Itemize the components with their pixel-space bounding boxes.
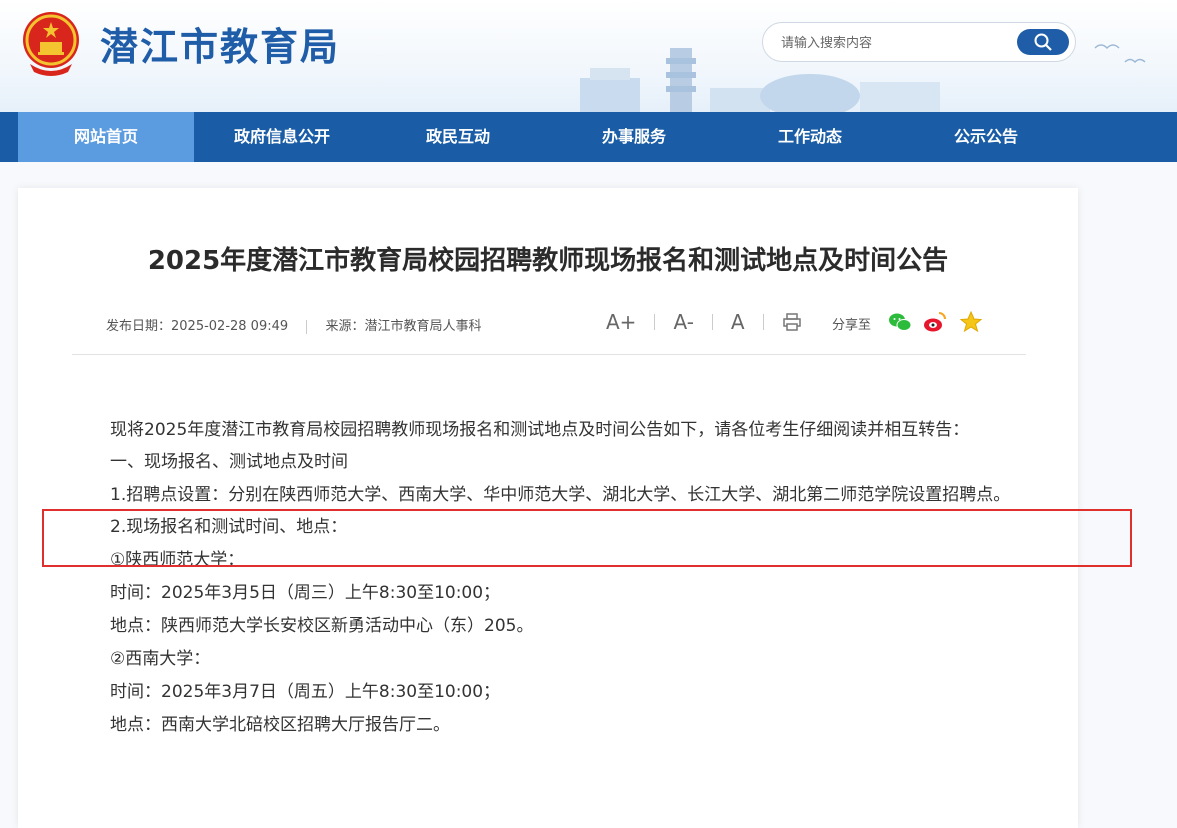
article-card: 2025年度潜江市教育局校园招聘教师现场报名和测试地点及时间公告 发布日期：20… <box>18 188 1078 828</box>
tool-divider <box>762 314 764 330</box>
wechat-icon[interactable] <box>888 310 912 334</box>
article-source: 来源：潜江市教育局人事科 <box>325 319 482 334</box>
site-header: 潜江市教育局 <box>0 0 1177 112</box>
weibo-icon[interactable] <box>923 310 947 334</box>
article-meta: 发布日期：2025-02-28 09:49 来源：潜江市教育局人事科 <box>106 315 481 334</box>
recruitment-sites-paragraph: 1.招聘点设置：分别在陕西师范大学、西南大学、华中师范大学、湖北大学、长江大学、… <box>110 485 1011 505</box>
school-heading: ②西南大学： <box>110 649 211 669</box>
nav-item-home[interactable]: 网站首页 <box>18 112 194 162</box>
publish-date: 发布日期：2025-02-28 09:49 <box>106 319 289 334</box>
search-input[interactable] <box>779 32 1013 54</box>
meta-divider <box>306 319 308 334</box>
tool-divider <box>654 314 656 330</box>
font-smaller-button[interactable]: A- <box>673 310 693 334</box>
main-nav: 网站首页 政府信息公开 政民互动 办事服务 工作动态 公示公告 <box>0 112 1177 162</box>
meta-divider-line <box>72 354 1026 355</box>
birds-decoration <box>1094 44 1146 64</box>
nav-item-announcements[interactable]: 公示公告 <box>898 112 1074 162</box>
section-heading: 一、现场报名、测试地点及时间 <box>110 452 348 472</box>
site-title[interactable]: 潜江市教育局 <box>100 16 340 71</box>
favorite-star-icon[interactable] <box>959 310 983 334</box>
font-default-button[interactable]: A <box>731 310 745 334</box>
article-body: 现将2025年度潜江市教育局校园招聘教师现场报名和测试地点及时间公告如下，请各位… <box>72 414 1042 742</box>
share-label: 分享至 <box>832 318 872 333</box>
font-larger-button[interactable]: A+ <box>606 310 636 334</box>
nav-item-gov-info[interactable]: 政府信息公开 <box>194 112 370 162</box>
printer-icon[interactable] <box>782 312 802 332</box>
nav-item-news[interactable]: 工作动态 <box>722 112 898 162</box>
search-icon <box>1034 33 1052 51</box>
nav-item-services[interactable]: 办事服务 <box>546 112 722 162</box>
article-title: 2025年度潜江市教育局校园招聘教师现场报名和测试地点及时间公告 <box>147 246 949 276</box>
tool-divider <box>711 314 713 330</box>
article-tools: A+ A- A <box>606 308 802 336</box>
school-place: 地点：陕西师范大学长安校区新勇活动中心（东）205。 <box>110 616 534 636</box>
intro-paragraph: 现将2025年度潜江市教育局校园招聘教师现场报名和测试地点及时间公告如下，请各位… <box>110 420 970 440</box>
nav-item-interaction[interactable]: 政民互动 <box>370 112 546 162</box>
search-box <box>762 22 1076 62</box>
national-emblem-logo[interactable] <box>18 8 84 78</box>
search-button[interactable] <box>1017 29 1069 55</box>
school-time: 时间：2025年3月5日（周三）上午8:30至10:00； <box>110 583 501 603</box>
school-time: 时间：2025年3月7日（周五）上午8:30至10:00； <box>110 682 501 702</box>
school-place: 地点：西南大学北碚校区招聘大厅报告厅二。 <box>110 715 450 735</box>
highlight-annotation-box <box>42 509 1132 567</box>
